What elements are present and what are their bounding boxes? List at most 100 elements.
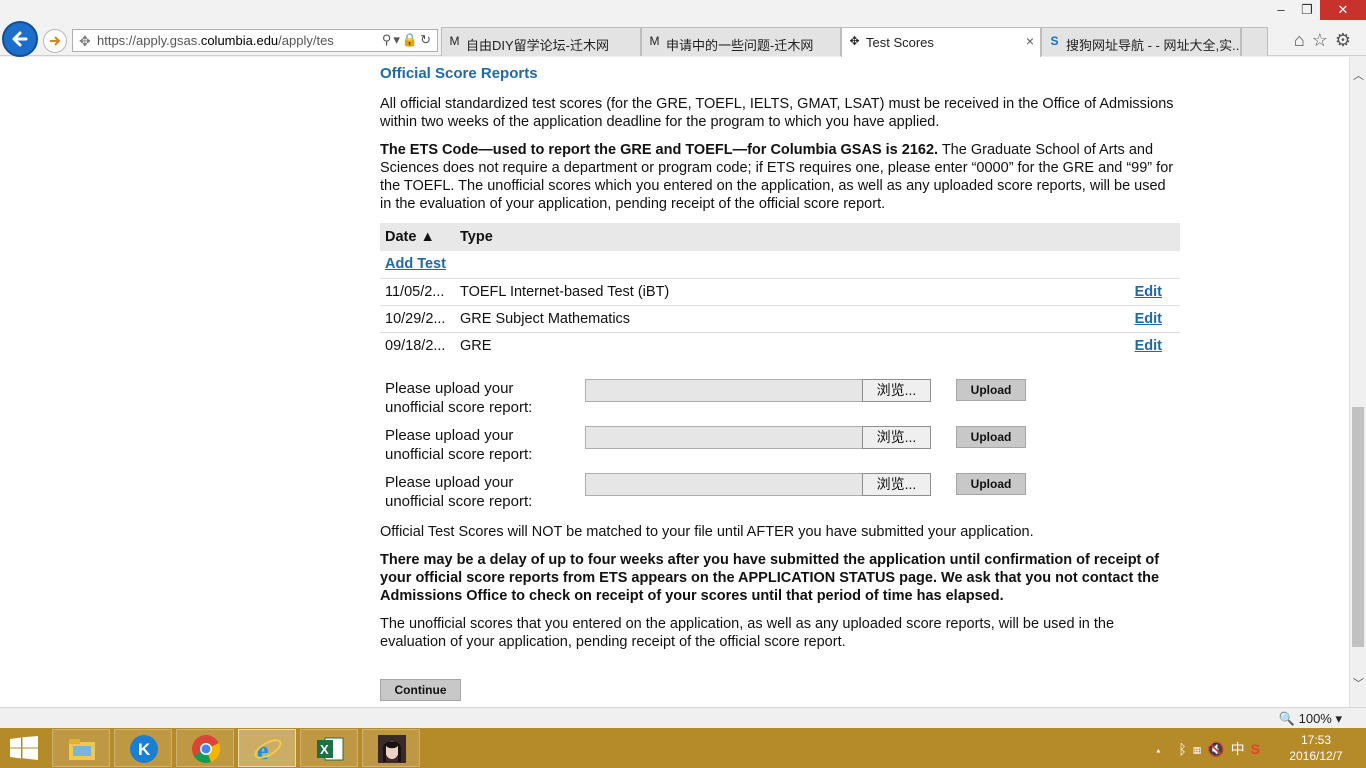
ime-indicator[interactable]: 中 (1231, 741, 1251, 757)
browse-button[interactable]: 浏览... (862, 426, 931, 449)
home-icon[interactable]: ⌂ (1294, 30, 1312, 50)
upload-row: Please upload your unofficial score repo… (380, 375, 1180, 422)
test-date: 11/05/2... (380, 277, 455, 305)
sogou-ime-icon[interactable]: S (1251, 741, 1266, 757)
file-path-field[interactable] (585, 473, 863, 496)
tab-qianmu-forum[interactable]: M 自由DIY留学论坛-迁木网 (441, 27, 641, 56)
svg-text:X: X (320, 742, 329, 757)
minimize-icon[interactable]: – (1268, 0, 1294, 20)
show-hidden-icons-icon[interactable]: ▴ (1154, 741, 1168, 757)
bluetooth-icon[interactable]: ᛒ (1178, 741, 1192, 757)
taskbar-explorer[interactable] (52, 729, 110, 767)
vertical-scrollbar[interactable]: ︿ ﹀ (1349, 57, 1366, 707)
window-controls: – ❐ ✕ (1268, 0, 1366, 20)
back-button[interactable] (2, 21, 38, 57)
site-favicon-icon: ✥ (79, 33, 91, 49)
folder-icon (69, 739, 95, 760)
tab-label: 自由DIY留学论坛-迁木网 (466, 38, 610, 53)
favorites-star-icon[interactable]: ☆ (1312, 30, 1335, 50)
tab-label: Test Scores (866, 35, 934, 50)
scroll-up-icon[interactable]: ︿ (1353, 67, 1364, 83)
file-path-field[interactable] (585, 426, 863, 449)
unofficial-scores-note: The unofficial scores that you entered o… (380, 616, 1115, 650)
test-date: 09/18/2... (380, 331, 455, 359)
add-test-link[interactable]: Add Test (385, 256, 446, 272)
taskbar-chrome[interactable] (176, 729, 234, 767)
upload-row: Please upload your unofficial score repo… (380, 422, 1180, 469)
lock-icon[interactable]: 🔒 (402, 32, 420, 47)
column-header-date[interactable]: Date ▲ (380, 223, 455, 251)
not-matched-notice: Official Test Scores will NOT be matched… (380, 524, 1034, 540)
column-header-type: Type (455, 223, 1120, 251)
settings-gear-icon[interactable]: ⚙ (1335, 30, 1358, 50)
taskbar-photo-app[interactable] (362, 729, 420, 767)
file-path-field[interactable] (585, 379, 863, 402)
upload-button[interactable]: Upload (956, 426, 1026, 448)
test-type: TOEFL Internet-based Test (iBT) (455, 277, 1120, 305)
add-test-row: Add Test (380, 251, 1180, 278)
site-favicon-icon: ✥ (849, 34, 860, 48)
status-bar: 🔍 100% ▾ (0, 707, 1366, 728)
internet-explorer-icon: e (254, 736, 282, 764)
new-tab-button[interactable] (1241, 27, 1268, 56)
tab-label: 搜狗网址导航 - - 网址大全,实... (1066, 38, 1241, 53)
edit-link[interactable]: Edit (1135, 284, 1162, 300)
sogou-favicon-icon: S (1050, 34, 1059, 48)
zoom-control[interactable]: 🔍 100% ▾ (1279, 711, 1342, 727)
edit-link[interactable]: Edit (1135, 338, 1162, 354)
test-type: GRE Subject Mathematics (455, 304, 1120, 332)
network-icon[interactable]: ▦ (1193, 741, 1207, 757)
upload-button[interactable]: Upload (956, 379, 1026, 401)
excel-icon: X (317, 737, 344, 761)
tab-test-scores[interactable]: ✥ Test Scores × (841, 27, 1041, 57)
page-viewport: Official Score Reports All official stan… (0, 57, 1349, 707)
forward-arrow-icon (50, 36, 61, 46)
dropdown-icon[interactable]: ▾ (393, 32, 402, 47)
test-date: 10/29/2... (380, 304, 455, 332)
scroll-thumb[interactable] (1352, 407, 1364, 647)
windows-logo-icon (10, 736, 38, 760)
taskbar-excel[interactable]: X (300, 729, 358, 767)
start-button[interactable] (10, 736, 38, 765)
ets-code-text: The ETS Code—used to report the GRE and … (380, 141, 1180, 213)
zoom-level: 100% (1298, 711, 1332, 726)
test-type: GRE (455, 331, 1120, 359)
forward-button[interactable] (43, 29, 67, 53)
tab-label: 申请中的一些问题-迁木网 (666, 38, 814, 53)
browse-button[interactable]: 浏览... (862, 473, 931, 496)
table-row: 10/29/2... GRE Subject Mathematics Edit (380, 304, 1180, 332)
edit-link[interactable]: Edit (1135, 311, 1162, 327)
restore-icon[interactable]: ❐ (1294, 0, 1320, 20)
chrome-icon (192, 735, 221, 763)
upload-row: Please upload your unofficial score repo… (380, 469, 1180, 516)
ets-code-bold: The ETS Code—used to report the GRE and … (380, 142, 939, 158)
delay-warning: There may be a delay of up to four weeks… (380, 552, 1160, 604)
volume-muted-icon[interactable]: 🔇 (1207, 741, 1230, 757)
address-bar[interactable]: ✥ https://apply.gsas.columbia.edu/apply/… (72, 29, 438, 52)
tab-qianmu-questions[interactable]: M 申请中的一些问题-迁木网 (641, 27, 841, 56)
search-icon[interactable]: ⚲ (382, 32, 394, 47)
k-app-icon: K (130, 735, 158, 763)
close-window-icon[interactable]: ✕ (1320, 0, 1366, 20)
refresh-icon[interactable]: ↻ (420, 32, 433, 47)
page-heading: Official Score Reports (380, 65, 538, 82)
qianmu-favicon-icon: M (649, 34, 660, 48)
taskbar-kuaibo[interactable]: K (114, 729, 172, 767)
upload-label: Please upload your unofficial score repo… (385, 427, 533, 463)
back-arrow-icon (12, 31, 28, 47)
upload-label: Please upload your unofficial score repo… (385, 474, 533, 510)
tab-sogou-nav[interactable]: S 搜狗网址导航 - - 网址大全,实... (1041, 27, 1241, 56)
table-row: 09/18/2... GRE Edit (380, 331, 1180, 359)
browser-toolbar-icons: ⌂☆⚙ (1294, 30, 1358, 51)
table-row: 11/05/2... TOEFL Internet-based Test (iB… (380, 277, 1180, 305)
scroll-down-icon[interactable]: ﹀ (1353, 675, 1364, 691)
continue-button[interactable]: Continue (380, 679, 461, 701)
browse-button[interactable]: 浏览... (862, 379, 931, 402)
upload-label: Please upload your unofficial score repo… (385, 380, 533, 416)
taskbar-internet-explorer[interactable]: e (238, 729, 296, 767)
upload-button[interactable]: Upload (956, 473, 1026, 495)
close-tab-icon[interactable]: × (1026, 33, 1034, 49)
system-clock[interactable]: 17:53 2016/12/7 (1276, 732, 1356, 764)
qianmu-favicon-icon: M (449, 34, 460, 48)
photo-avatar-icon (378, 735, 406, 763)
